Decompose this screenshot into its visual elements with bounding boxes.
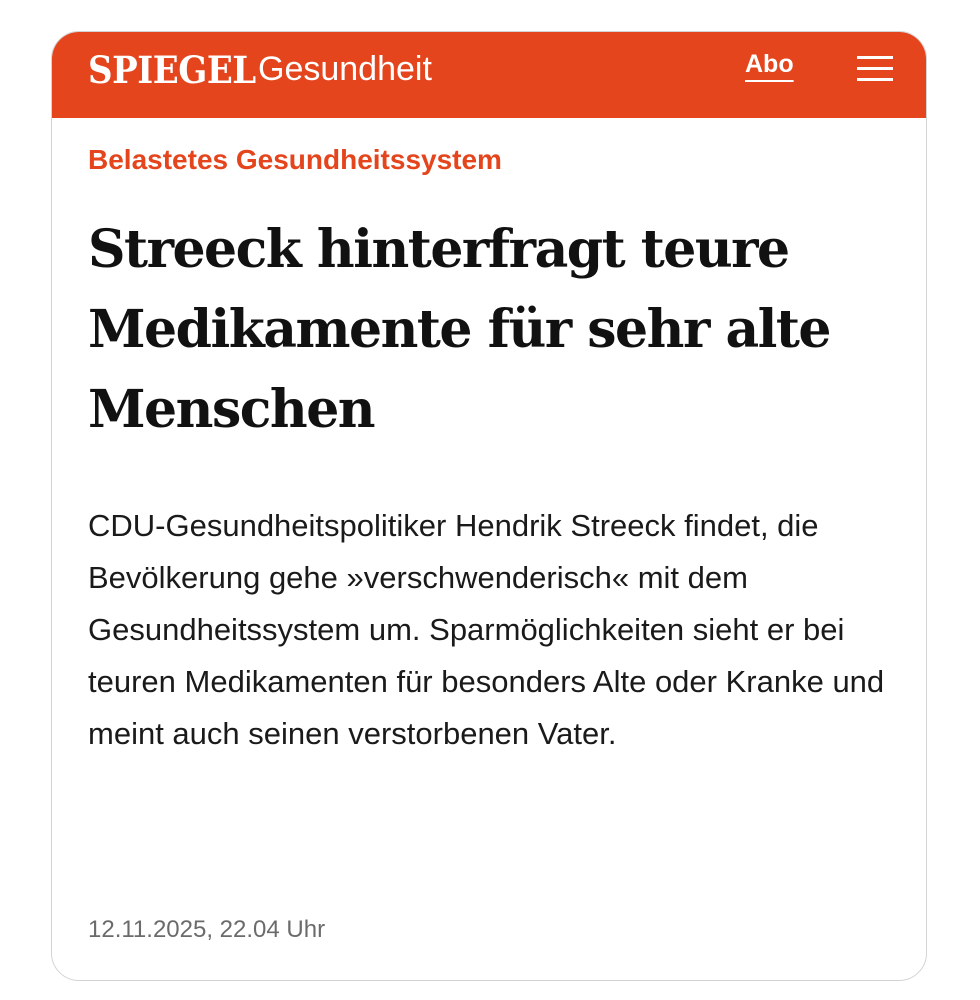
- article-card[interactable]: SPIEGEL Gesundheit Abo Belastetes Gesund…: [51, 31, 927, 981]
- article-kicker: Belastetes Gesundheitssystem: [88, 144, 502, 175]
- top-bar: SPIEGEL Gesundheit Abo: [52, 32, 926, 118]
- hamburger-menu-icon[interactable]: [857, 54, 893, 82]
- article-timestamp: 12.11.2025, 22.04 Uhr: [88, 916, 326, 943]
- article-teaser: CDU-Gesundheitspolitiker Hendrik Streeck…: [88, 508, 885, 751]
- section-title[interactable]: Gesundheit: [258, 50, 432, 89]
- brand-logo[interactable]: SPIEGEL: [88, 48, 256, 92]
- article-headline[interactable]: Streeck hinterfragt teure Medikamente fü…: [88, 210, 888, 450]
- abo-link[interactable]: Abo: [745, 50, 794, 79]
